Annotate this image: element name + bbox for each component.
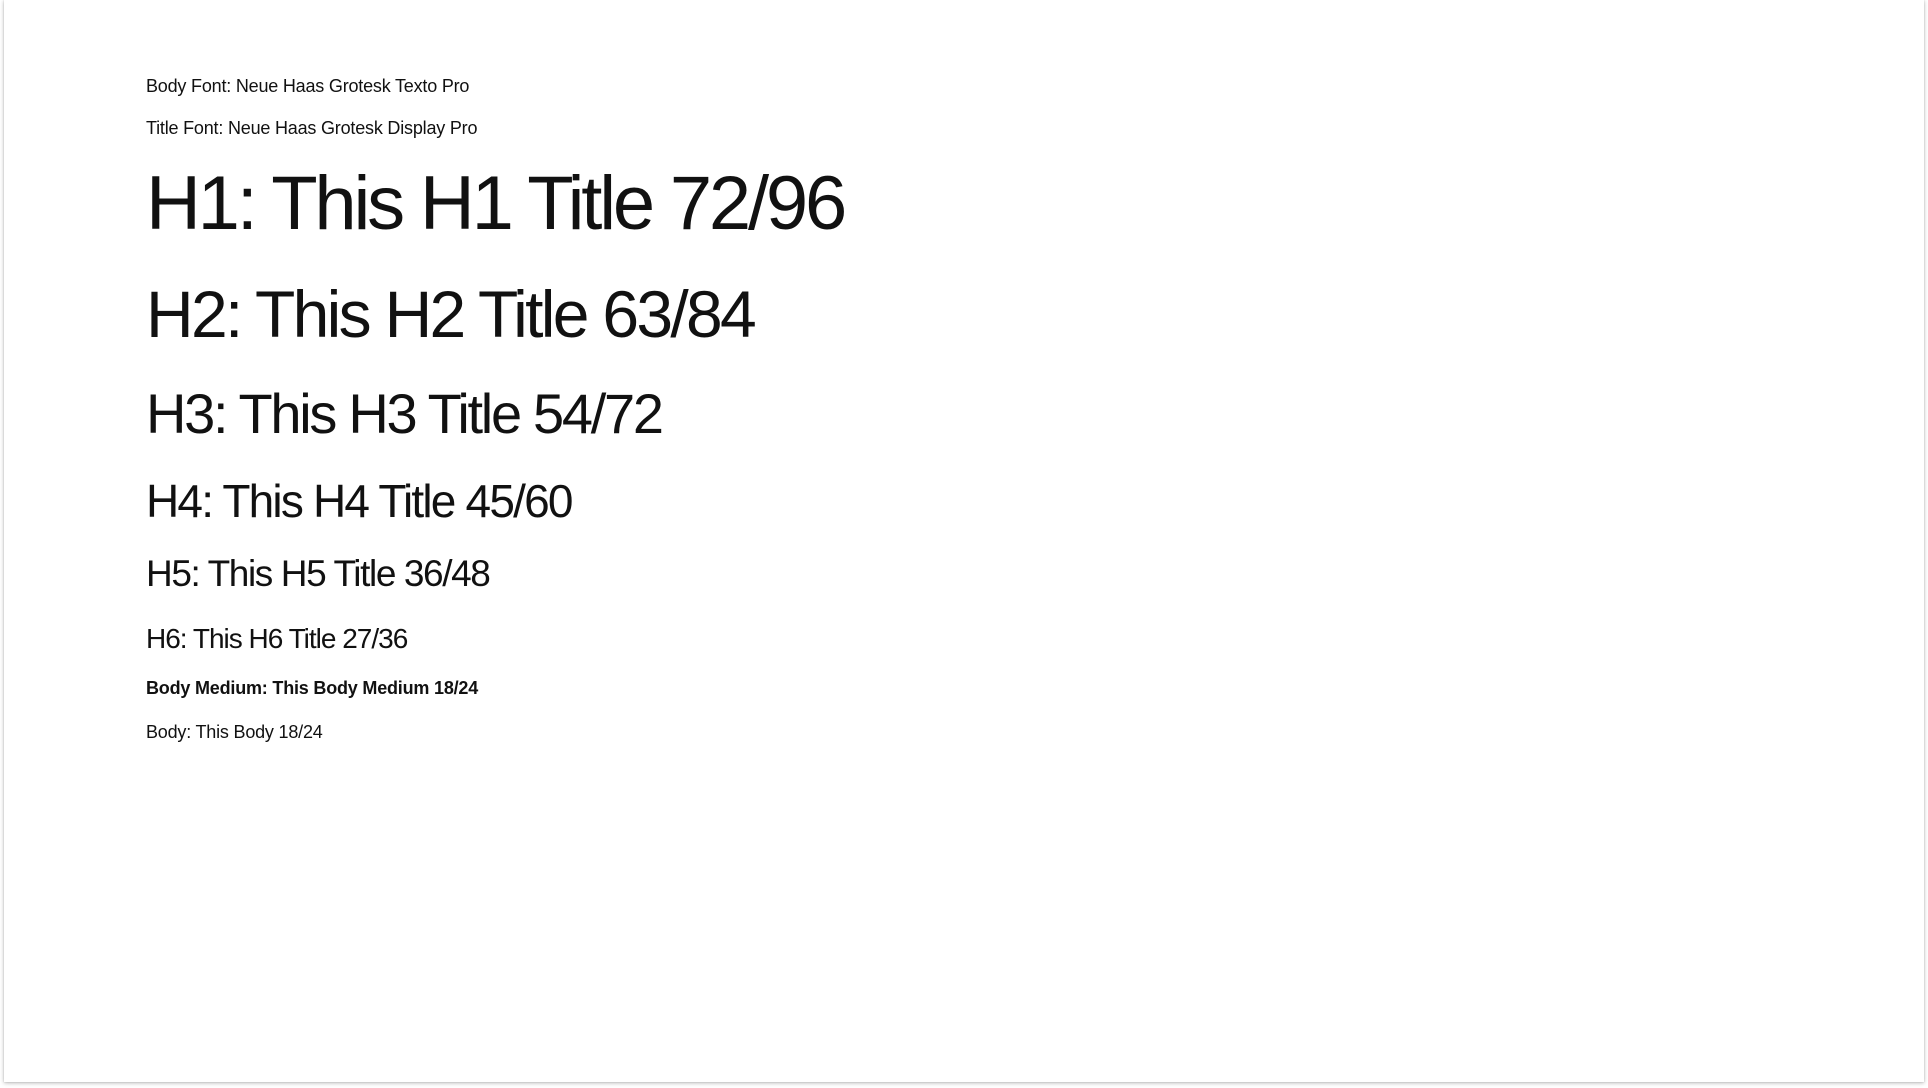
- body-sample: Body: This Body 18/24: [146, 722, 323, 742]
- title-font-label: Title Font: Neue Haas Grotesk Display Pr…: [146, 118, 478, 138]
- h2-sample: H2: This H2 Title 63/84: [146, 277, 757, 351]
- h6-sample: H6: This H6 Title 27/36: [146, 623, 408, 654]
- typography-sheet: Body Font: Neue Haas Grotesk Texto Pro T…: [4, 0, 1924, 1082]
- body-font-label: Body Font: Neue Haas Grotesk Texto Pro: [146, 76, 470, 96]
- h4-sample: H4: This H4 Title 45/60: [146, 475, 573, 527]
- h3-sample: H3: This H3 Title 54/72: [146, 382, 664, 445]
- h5-sample: H5: This H5 Title 36/48: [146, 553, 491, 594]
- body-medium-sample: Body Medium: This Body Medium 18/24: [146, 678, 479, 698]
- h1-sample: H1: This H1 Title 72/96: [146, 161, 847, 246]
